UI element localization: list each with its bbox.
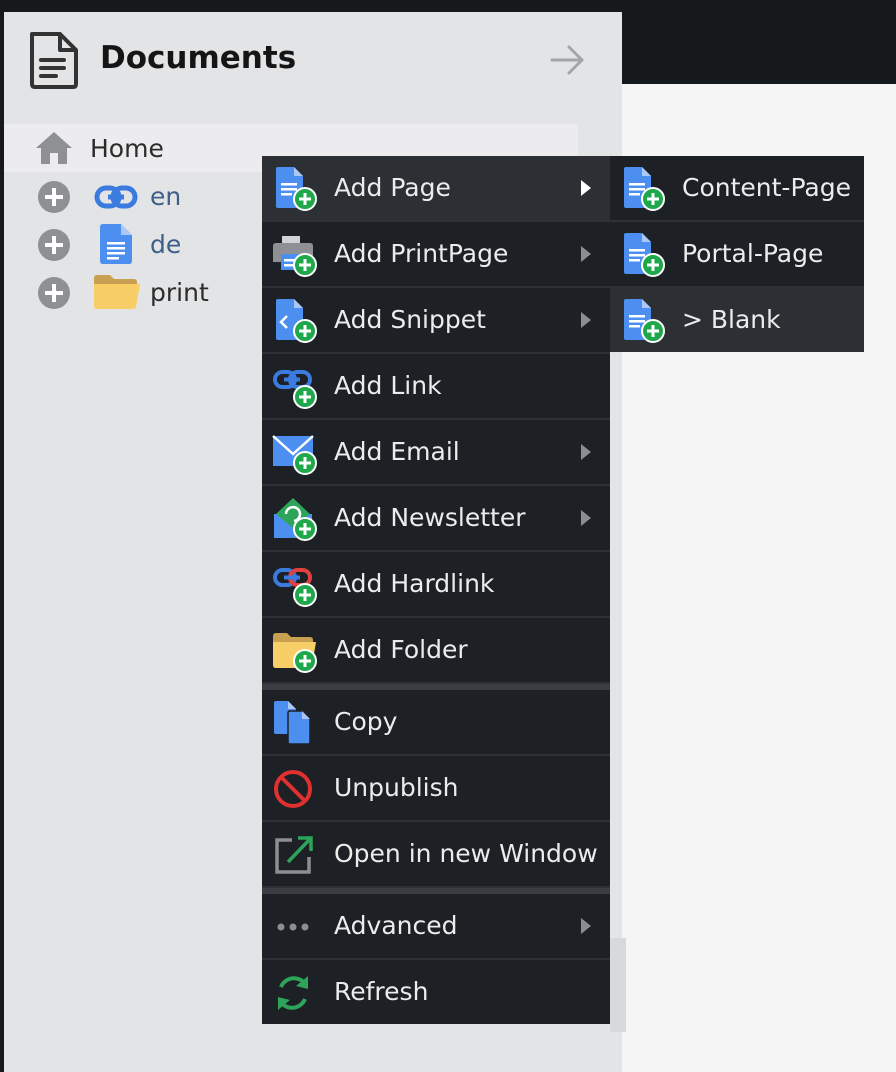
open-window-icon (275, 836, 313, 874)
menu-item-label: Add Page (334, 173, 451, 202)
menu-item-label: Add Newsletter (334, 503, 526, 532)
add-newsletter-icon (274, 498, 317, 541)
home-icon (36, 132, 72, 164)
submenu-item-label: Content-Page (682, 173, 851, 202)
menu-item-advanced[interactable]: Advanced (262, 894, 610, 960)
menu-item-label: Add Email (334, 437, 460, 466)
caret-right-icon (581, 180, 591, 196)
add-printpage-icon (273, 236, 317, 277)
expand-icon[interactable] (38, 229, 70, 261)
caret-right-icon (581, 510, 591, 526)
menu-item-label: Add Hardlink (334, 569, 495, 598)
expand-icon[interactable] (38, 181, 70, 213)
menu-item-label: Refresh (334, 977, 429, 1006)
add-page-icon (624, 167, 665, 211)
expand-icon[interactable] (38, 277, 70, 309)
collapse-handle[interactable] (610, 938, 626, 1032)
add-hardlink-icon (273, 568, 317, 607)
add-page-submenu: Content-Page Portal-Page > Blank (610, 156, 864, 352)
refresh-icon (278, 976, 308, 1010)
add-page-icon (624, 299, 665, 343)
link-icon (94, 185, 138, 209)
menu-item-add-hardlink[interactable]: Add Hardlink (262, 552, 610, 618)
menu-item-label: Add Link (334, 371, 442, 400)
menu-item-label: Advanced (334, 911, 458, 940)
menu-item-label: Unpublish (334, 773, 459, 802)
context-menu: Add Page Add PrintPage Add Snippet Add L… (262, 156, 610, 1024)
copy-icon (274, 701, 311, 745)
menu-item-add-link[interactable]: Add Link (262, 354, 610, 420)
submenu-item-label: > Blank (682, 305, 781, 334)
arrow-right-icon[interactable] (550, 44, 586, 76)
add-page-icon (624, 233, 665, 277)
menu-item-refresh[interactable]: Refresh (262, 960, 610, 1024)
document-icon (30, 32, 78, 89)
menu-item-add-page[interactable]: Add Page (262, 156, 610, 222)
menu-item-label: Add Folder (334, 635, 468, 664)
panel-title: Documents (100, 40, 297, 76)
page-icon (100, 224, 132, 264)
menu-item-unpublish[interactable]: Unpublish (262, 756, 610, 822)
add-snippet-icon (276, 299, 317, 343)
menu-item-add-folder[interactable]: Add Folder (262, 618, 610, 684)
caret-right-icon (581, 312, 591, 328)
menu-item-label: Add PrintPage (334, 239, 509, 268)
caret-right-icon (581, 246, 591, 262)
tree-item-label: print (150, 278, 209, 307)
menu-item-add-snippet[interactable]: Add Snippet (262, 288, 610, 354)
submenu-item-label: Portal-Page (682, 239, 824, 268)
submenu-item-portal-page[interactable]: Portal-Page (610, 222, 864, 288)
menu-item-add-newsletter[interactable]: Add Newsletter (262, 486, 610, 552)
menu-item-add-email[interactable]: Add Email (262, 420, 610, 486)
add-folder-icon (273, 633, 317, 673)
submenu-item-content-page[interactable]: Content-Page (610, 156, 864, 222)
add-email-icon (272, 435, 317, 475)
submenu-item-blank[interactable]: > Blank (610, 288, 864, 352)
menu-item-copy[interactable]: Copy (262, 690, 610, 756)
unpublish-icon (274, 770, 312, 808)
menu-item-label: Copy (334, 707, 398, 736)
menu-item-add-printpage[interactable]: Add PrintPage (262, 222, 610, 288)
add-page-icon (276, 167, 317, 211)
menu-item-label: Open in new Window (334, 839, 598, 868)
caret-right-icon (581, 918, 591, 934)
more-icon (277, 923, 309, 931)
tree-item-label: en (150, 182, 182, 211)
menu-item-label: Add Snippet (334, 305, 486, 334)
add-link-icon (273, 370, 317, 409)
panel-header: Documents (4, 12, 622, 112)
tree-item-label: Home (90, 134, 164, 163)
folder-icon (94, 275, 140, 309)
tree-item-label: de (150, 230, 182, 259)
menu-item-open-new-window[interactable]: Open in new Window (262, 822, 610, 888)
caret-right-icon (581, 444, 591, 460)
